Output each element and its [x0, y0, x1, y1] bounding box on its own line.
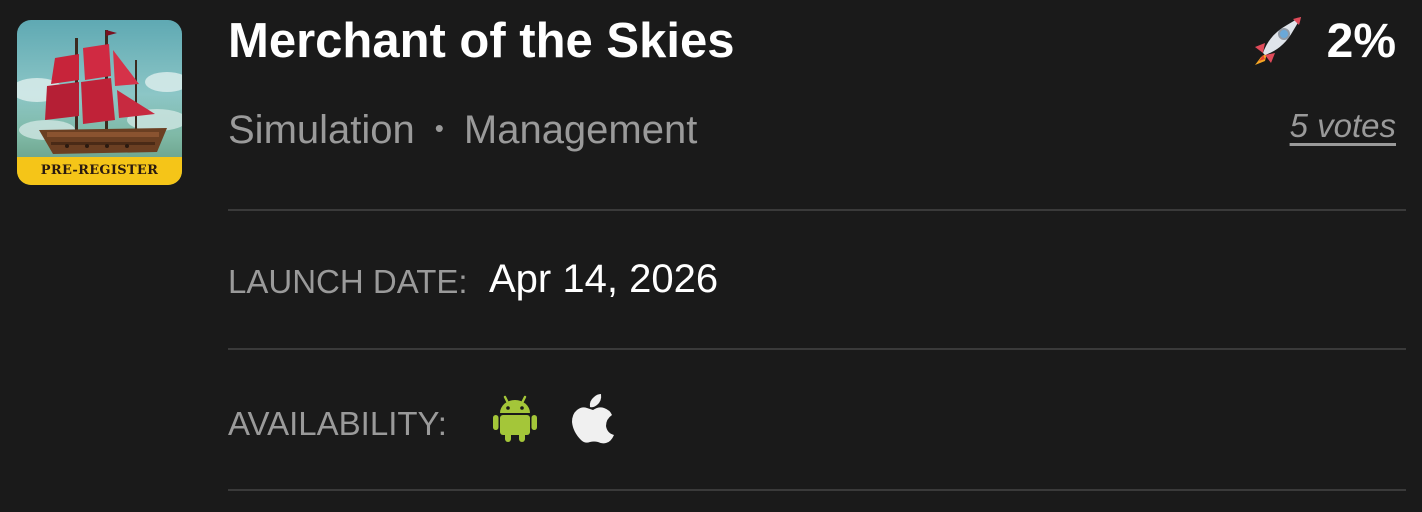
- genre-separator: •: [434, 113, 444, 144]
- hype-percent: 2%: [1326, 15, 1396, 68]
- genre-tag-management[interactable]: Management: [464, 108, 697, 152]
- genre-tag-simulation[interactable]: Simulation: [228, 108, 415, 152]
- android-icon[interactable]: [492, 394, 538, 449]
- rocket-icon: [1251, 13, 1305, 72]
- hype-score: 2%: [1251, 14, 1396, 70]
- launch-date-label: LAUNCH DATE:: [228, 263, 468, 300]
- apple-icon[interactable]: [570, 392, 616, 449]
- pre-register-badge: PRE-REGISTER: [17, 157, 182, 185]
- launch-date-value: Apr 14, 2026: [489, 257, 719, 301]
- section-divider: [228, 348, 1406, 350]
- game-app-icon[interactable]: PRE-REGISTER: [17, 20, 182, 185]
- section-divider: [228, 489, 1406, 491]
- game-title[interactable]: Merchant of the Skies: [228, 12, 734, 70]
- votes-link[interactable]: 5 votes: [1290, 104, 1396, 148]
- section-divider: [228, 209, 1406, 211]
- availability-label: AVAILABILITY:: [228, 405, 447, 442]
- genre-list: Simulation • Management: [228, 104, 697, 158]
